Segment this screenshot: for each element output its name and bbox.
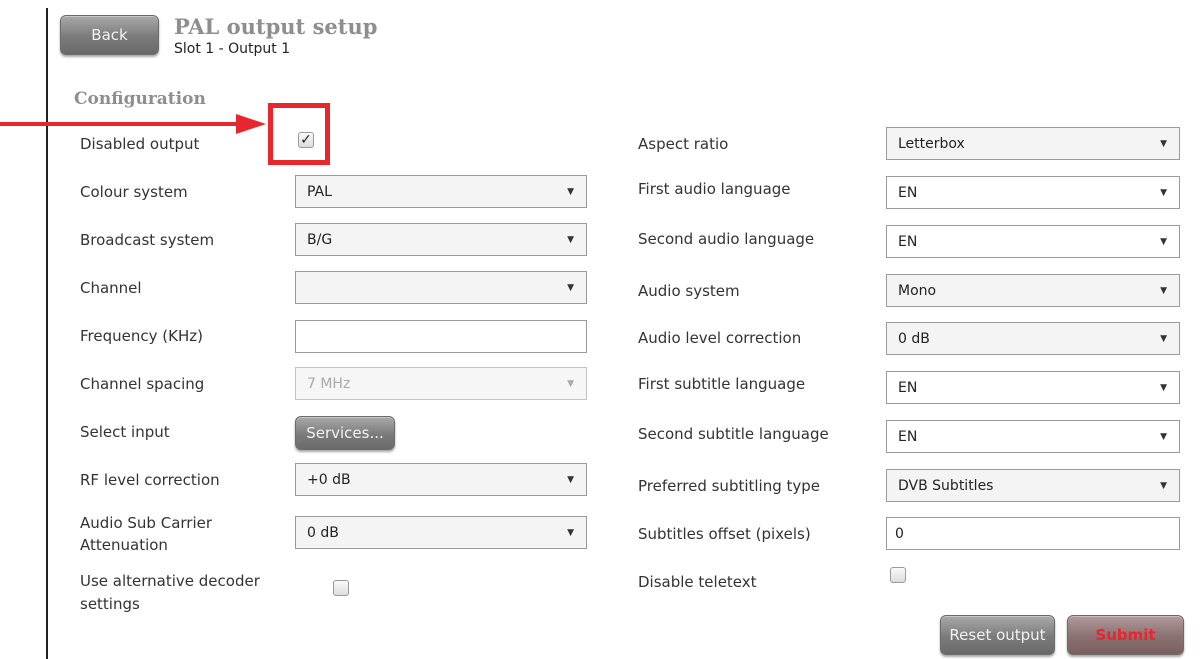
- audio-sub-carrier-label-line1: Audio Sub Carrier: [80, 514, 213, 532]
- disable-teletext-checkbox[interactable]: [890, 567, 906, 583]
- preferred-subtitling-type-value: DVB Subtitles: [898, 477, 994, 494]
- services-button[interactable]: Services...: [295, 416, 395, 450]
- broadcast-system-label: Broadcast system: [80, 231, 215, 249]
- aspect-ratio-value: Letterbox: [898, 135, 965, 152]
- frequency-input[interactable]: [295, 320, 587, 353]
- chevron-down-icon: ▼: [1160, 236, 1167, 247]
- subtitles-offset-input[interactable]: 0: [886, 517, 1180, 550]
- page-title: PAL output setup: [174, 14, 378, 39]
- audio-system-label: Audio system: [638, 282, 740, 300]
- colour-system-label: Colour system: [80, 183, 188, 201]
- first-audio-language-select[interactable]: EN ▼: [886, 176, 1180, 209]
- first-subtitle-language-select[interactable]: EN ▼: [886, 371, 1180, 404]
- audio-sub-carrier-label-line2: Attenuation: [80, 536, 168, 554]
- frequency-label: Frequency (KHz): [80, 327, 203, 345]
- chevron-down-icon: ▼: [1160, 285, 1167, 296]
- first-subtitle-language-label: First subtitle language: [638, 375, 806, 393]
- aspect-ratio-select[interactable]: Letterbox ▼: [886, 127, 1180, 160]
- channel-spacing-select: 7 MHz ▼: [295, 367, 587, 400]
- audio-level-correction-value: 0 dB: [898, 330, 930, 347]
- chevron-down-icon: ▼: [1160, 480, 1167, 491]
- audio-level-correction-label: Audio level correction: [638, 329, 802, 347]
- second-subtitle-language-label: Second subtitle language: [638, 425, 829, 443]
- reset-output-button[interactable]: Reset output: [940, 615, 1055, 655]
- broadcast-system-value: B/G: [307, 231, 333, 248]
- colour-system-value: PAL: [307, 183, 332, 200]
- chevron-down-icon: ▼: [567, 234, 574, 245]
- select-input-label: Select input: [80, 423, 170, 441]
- subtitles-offset-label: Subtitles offset (pixels): [638, 525, 811, 543]
- first-subtitle-language-value: EN: [898, 379, 918, 396]
- broadcast-system-select[interactable]: B/G ▼: [295, 223, 587, 256]
- channel-label: Channel: [80, 279, 142, 297]
- chevron-down-icon: ▼: [567, 527, 574, 538]
- page-subtitle: Slot 1 - Output 1: [174, 41, 291, 57]
- colour-system-select[interactable]: PAL ▼: [295, 175, 587, 208]
- checkmark-icon: ✓: [300, 132, 312, 148]
- audio-level-correction-select[interactable]: 0 dB ▼: [886, 322, 1180, 355]
- audio-system-select[interactable]: Mono ▼: [886, 274, 1180, 307]
- rf-level-label: RF level correction: [80, 471, 220, 489]
- submit-button[interactable]: Submit: [1067, 615, 1184, 655]
- chevron-down-icon: ▼: [567, 282, 574, 293]
- first-audio-language-value: EN: [898, 184, 918, 201]
- chevron-down-icon: ▼: [567, 378, 574, 389]
- second-audio-language-select[interactable]: EN ▼: [886, 225, 1180, 258]
- second-subtitle-language-select[interactable]: EN ▼: [886, 420, 1180, 453]
- preferred-subtitling-type-select[interactable]: DVB Subtitles ▼: [886, 469, 1180, 502]
- chevron-down-icon: ▼: [567, 186, 574, 197]
- rf-level-value: +0 dB: [307, 471, 351, 488]
- back-button[interactable]: Back: [60, 15, 159, 55]
- aspect-ratio-label: Aspect ratio: [638, 135, 729, 153]
- chevron-down-icon: ▼: [1160, 333, 1167, 344]
- alt-decoder-label-line1: Use alternative decoder: [80, 572, 260, 590]
- channel-spacing-label: Channel spacing: [80, 375, 205, 393]
- chevron-down-icon: ▼: [567, 474, 574, 485]
- audio-system-value: Mono: [898, 282, 937, 299]
- chevron-down-icon: ▼: [1160, 431, 1167, 442]
- first-audio-language-label: First audio language: [638, 180, 791, 198]
- disabled-output-label: Disabled output: [80, 135, 200, 153]
- alt-decoder-label-line2: settings: [80, 595, 140, 613]
- second-audio-language-label: Second audio language: [638, 230, 815, 248]
- disable-teletext-label: Disable teletext: [638, 573, 757, 591]
- channel-select[interactable]: ▼: [295, 271, 587, 304]
- audio-sub-carrier-value: 0 dB: [307, 524, 339, 541]
- rf-level-select[interactable]: +0 dB ▼: [295, 463, 587, 496]
- chevron-down-icon: ▼: [1160, 138, 1167, 149]
- chevron-down-icon: ▼: [1160, 187, 1167, 198]
- second-subtitle-language-value: EN: [898, 428, 918, 445]
- channel-spacing-value: 7 MHz: [307, 375, 351, 392]
- preferred-subtitling-type-label: Preferred subtitling type: [638, 477, 821, 495]
- second-audio-language-value: EN: [898, 233, 918, 250]
- disabled-output-checkbox[interactable]: ✓: [298, 132, 314, 148]
- chevron-down-icon: ▼: [1160, 382, 1167, 393]
- alt-decoder-checkbox[interactable]: [333, 580, 349, 596]
- audio-sub-carrier-select[interactable]: 0 dB ▼: [295, 516, 587, 549]
